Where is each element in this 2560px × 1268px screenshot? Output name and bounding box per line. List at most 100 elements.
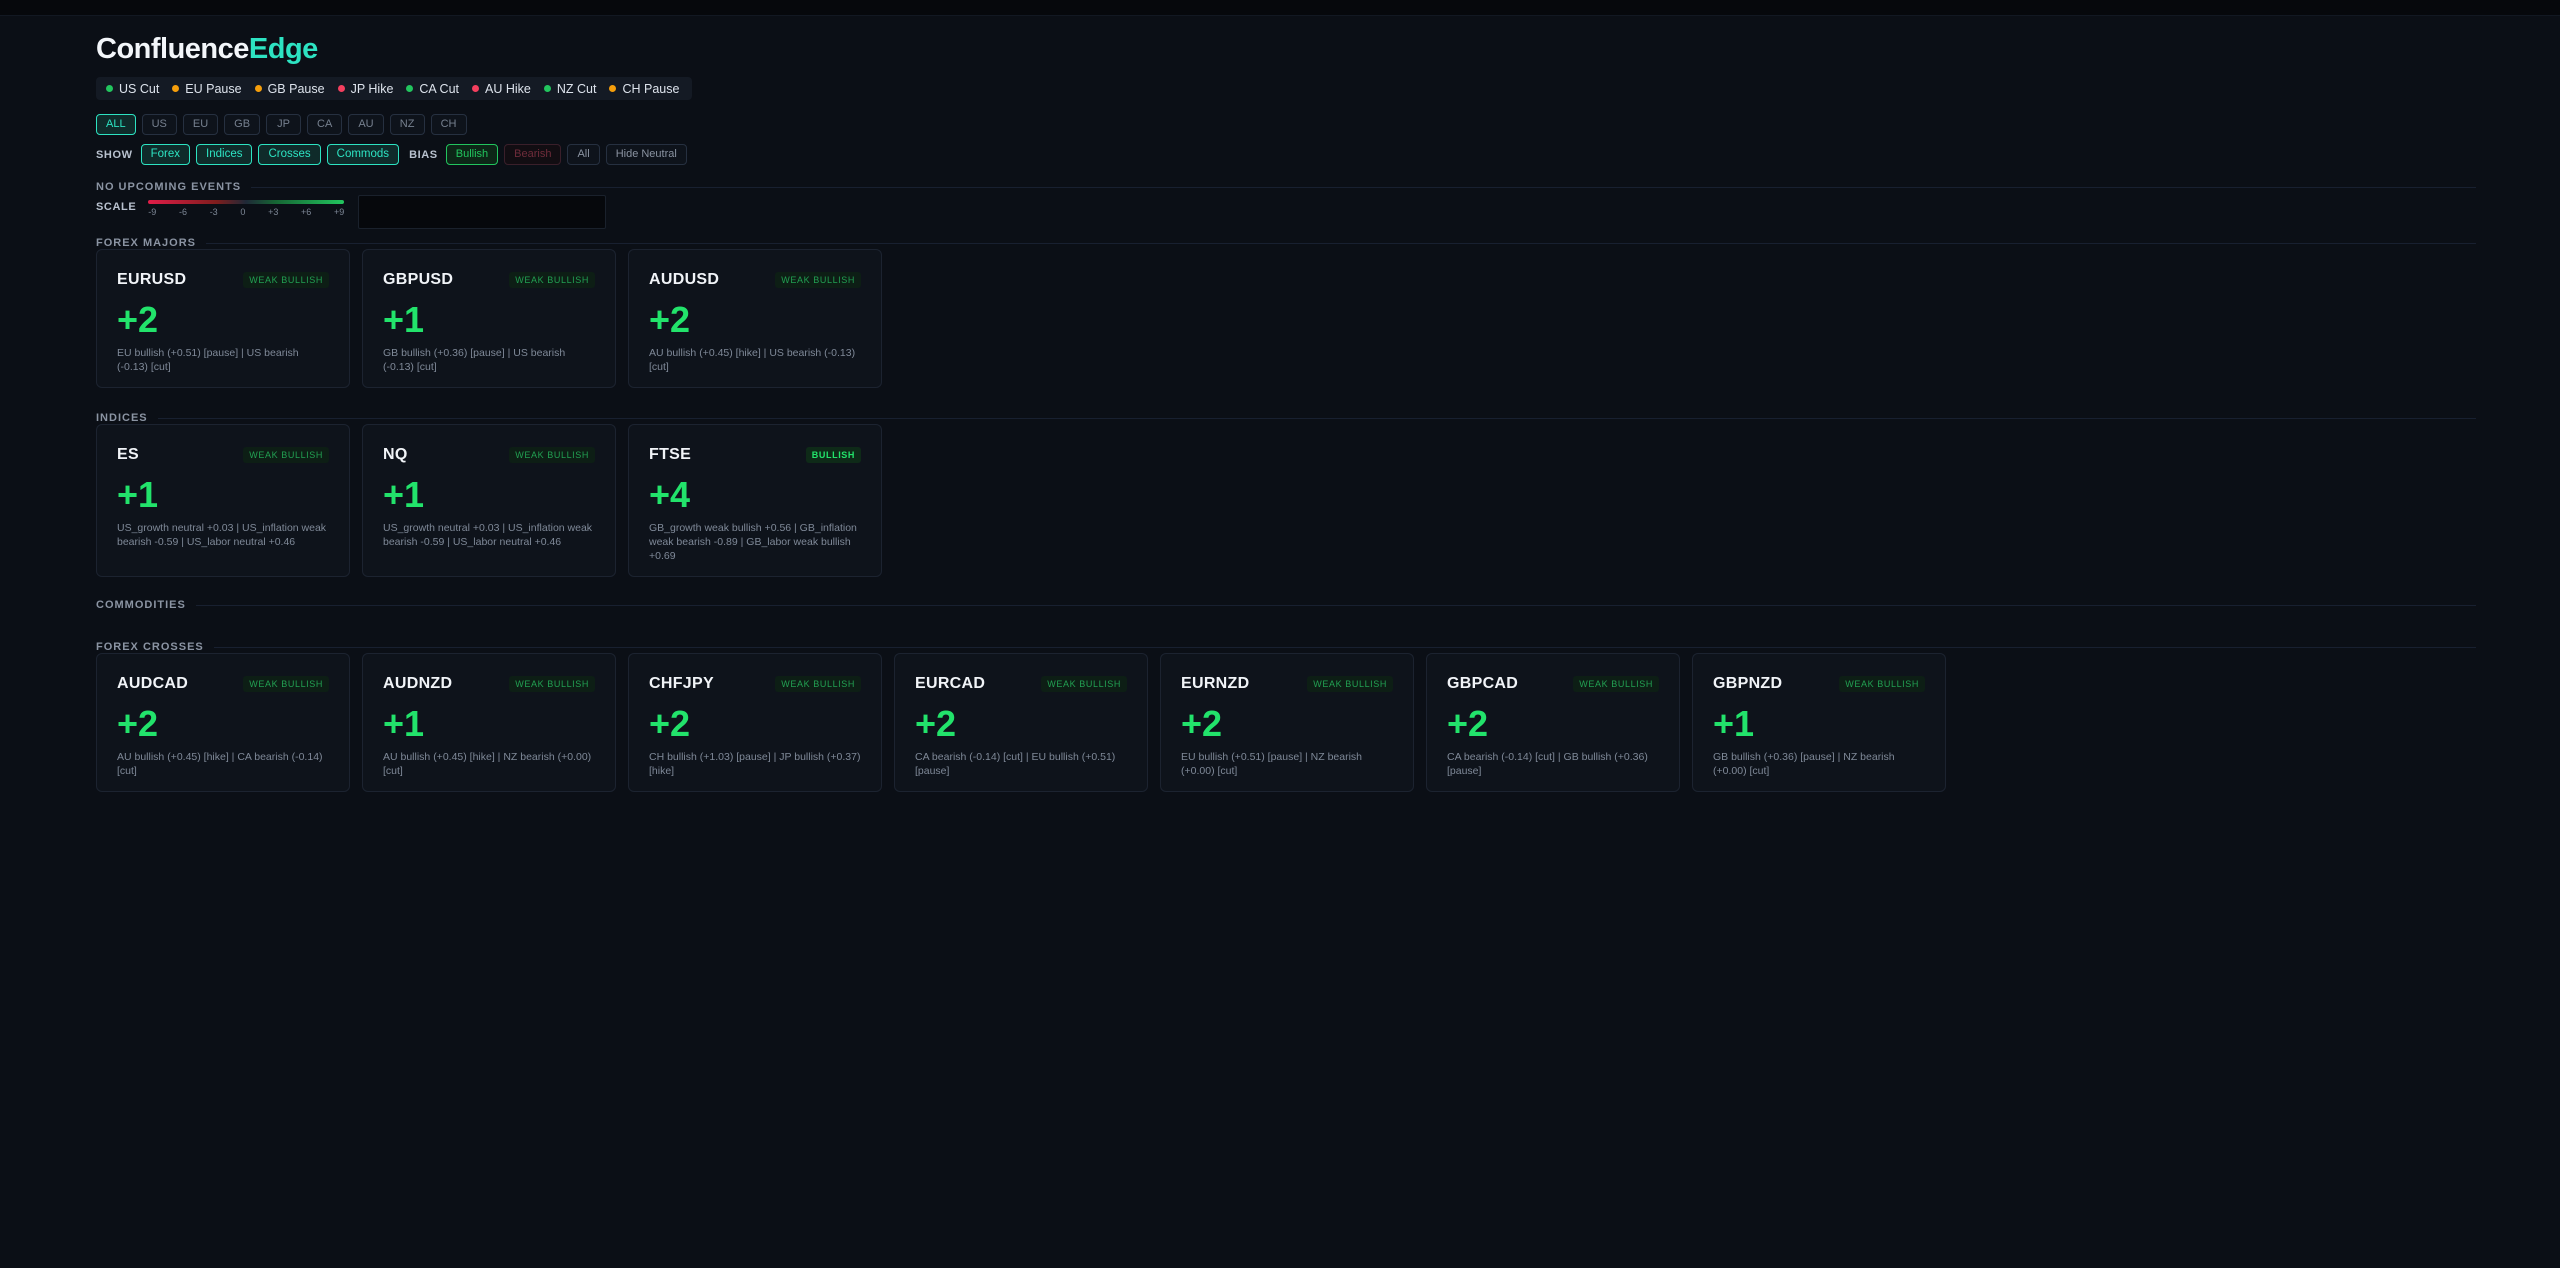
score-breakdown: AU bullish (+0.45) [hike] | NZ bearish (… [383,751,592,777]
score-breakdown: EU bullish (+0.51) [pause] | US bearish … [117,347,299,373]
filter-row: SHOW Forex Indices Crosses Commods BIAS … [96,144,2476,165]
instrument-symbol: EURUSD [117,271,187,288]
scale-tick: +9 [334,207,345,217]
status-dot-icon [406,85,414,92]
instrument-symbol: ES [117,446,139,463]
currency-button-gb[interactable]: GB [224,114,261,135]
card-header: ES WEAK BULLISH [117,445,329,465]
instrument-card-eurusd[interactable]: EURUSD WEAK BULLISH +2 EU bullish (+0.51) [… [96,249,350,388]
instrument-symbol: NQ [383,446,408,463]
section-indices: INDICES [96,408,2476,424]
event-item: AU Hike [472,82,531,96]
bias-bullish-button[interactable]: Bullish [445,144,499,165]
currency-button-eu[interactable]: EU [182,114,219,135]
section-forex-crosses: FOREX CROSSES [96,637,2476,653]
bias-badge: BULLISH [805,447,861,463]
currency-button-au[interactable]: AU [348,114,384,135]
confluence-score: +1 [117,474,159,515]
section-title: FOREX CROSSES [96,641,214,653]
score-breakdown: CA bearish (-0.14) [cut] | GB bullish (+… [1447,751,1648,777]
bias-badge: WEAK BULLISH [1041,676,1127,692]
filter-forex-button[interactable]: Forex [140,144,191,165]
instrument-card-audnzd[interactable]: AUDNZD WEAK BULLISH +1 AU bullish (+0.45) [… [362,653,616,792]
currency-button-ca[interactable]: CA [307,114,343,135]
no-events-section: NO UPCOMING EVENTS [96,177,2476,193]
filter-indices-button[interactable]: Indices [196,144,253,165]
currency-button-ch[interactable]: CH [430,114,467,135]
confluence-score: +1 [383,703,425,744]
section-commodities: COMMODITIES [96,595,2476,611]
confluence-score: +2 [1447,703,1489,744]
instrument-symbol: CHFJPY [649,675,714,692]
filter-crosses-button[interactable]: Crosses [258,144,321,165]
instrument-card-eurcad[interactable]: EURCAD WEAK BULLISH +2 CA bearish (-0.14) [… [894,653,1148,792]
crosses-cards: AUDCAD WEAK BULLISH +2 AU bullish (+0.45) [… [96,653,2476,792]
score-breakdown: AU bullish (+0.45) [hike] | CA bearish (… [117,751,323,777]
bias-badge: WEAK BULLISH [775,676,861,692]
confluence-score: +2 [915,703,957,744]
instrument-card-gbpusd[interactable]: GBPUSD WEAK BULLISH +1 GB bullish (+0.36) [… [362,249,616,388]
card-header: CHFJPY WEAK BULLISH [649,674,861,694]
instrument-symbol: GBPNZD [1713,675,1783,692]
bias-bearish-button[interactable]: Bearish [504,144,562,165]
status-dot-icon [472,85,480,92]
score-breakdown: EU bullish (+0.51) [pause] | NZ bearish … [1181,751,1363,777]
bias-badge: WEAK BULLISH [1573,676,1659,692]
brand-logo: Confluence Edge [96,32,2476,66]
card-header: AUDCAD WEAK BULLISH [117,674,329,694]
instrument-card-eurnzd[interactable]: EURNZD WEAK BULLISH +2 EU bullish (+0.51) [… [1160,653,1414,792]
instrument-card-es[interactable]: ES WEAK BULLISH +1 US_growth neutral +0.03 … [96,424,350,577]
confluence-score: +2 [649,703,691,744]
status-dot-icon [254,85,262,92]
event-label: EU Pause [185,81,242,96]
instrument-card-nq[interactable]: NQ WEAK BULLISH +1 US_growth neutral +0.03 … [362,424,616,577]
filter-commods-button[interactable]: Commods [326,144,400,165]
currency-button-all[interactable]: ALL [96,114,136,135]
scale-tick: -3 [209,207,218,217]
instrument-card-ftse[interactable]: FTSE BULLISH +4 GB_growth weak bullish +0.5… [628,424,882,577]
section-forex-majors: FOREX MAJORS [96,233,2476,249]
instrument-symbol: GBPCAD [1447,675,1519,692]
instrument-symbol: AUDUSD [649,271,720,288]
confluence-score: +2 [117,299,159,340]
bias-badge: WEAK BULLISH [243,447,329,463]
event-label: NZ Cut [556,81,597,96]
instrument-card-audcad[interactable]: AUDCAD WEAK BULLISH +2 AU bullish (+0.45) [… [96,653,350,792]
event-label: CH Pause [622,81,680,96]
event-label: AU Hike [485,81,531,96]
instrument-card-audusd[interactable]: AUDUSD WEAK BULLISH +2 AU bullish (+0.45) [… [628,249,882,388]
bias-all-button[interactable]: All [567,144,600,165]
indices-cards: ES WEAK BULLISH +1 US_growth neutral +0.03 … [96,424,2476,577]
event-item: NZ Cut [543,81,597,96]
confluence-score: +1 [383,474,425,515]
scale-bar [148,200,345,204]
instrument-card-chfjpy[interactable]: CHFJPY WEAK BULLISH +2 CH bullish (+1.03) [… [628,653,882,792]
currency-button-us[interactable]: US [141,114,177,135]
bias-badge: WEAK BULLISH [509,447,595,463]
status-dot-icon [337,85,345,92]
currency-button-jp[interactable]: JP [266,114,302,135]
section-title: COMMODITIES [96,599,196,611]
section-title: FOREX MAJORS [96,237,207,249]
instrument-symbol: EURNZD [1181,675,1250,692]
instrument-card-gbpcad[interactable]: GBPCAD WEAK BULLISH +2 CA bearish (-0.14) [… [1426,653,1680,792]
bias-badge: WEAK BULLISH [775,272,861,288]
bias-badge: WEAK BULLISH [509,272,595,288]
score-breakdown: CH bullish (+1.03) [pause] | JP bullish … [649,751,861,777]
scale-legend: SCALE -9 -6 -3 0 +3 +6 +9 [96,195,2476,233]
bias-badge: WEAK BULLISH [1839,676,1925,692]
card-header: GBPCAD WEAK BULLISH [1447,674,1659,694]
score-breakdown: AU bullish (+0.45) [hike] | US bearish (… [649,347,856,373]
status-dot-icon [106,85,113,92]
dashboard: Confluence Edge US Cut EU Pause GB Pause JP … [96,32,2476,792]
instrument-card-gbpnzd[interactable]: GBPNZD WEAK BULLISH +1 GB bullish (+0.36) [… [1692,653,1946,792]
scale-ticks: -9 -6 -3 0 +3 +6 +9 [148,207,344,217]
currency-button-nz[interactable]: NZ [389,114,425,135]
confluence-score: +1 [1713,703,1755,744]
status-dot-icon [609,85,617,92]
instrument-symbol: EURCAD [915,675,986,692]
card-header: FTSE BULLISH [649,445,861,465]
scale-tick: 0 [240,207,246,217]
card-header: GBPUSD WEAK BULLISH [383,270,595,290]
hide-neutral-button[interactable]: Hide Neutral [605,144,687,165]
